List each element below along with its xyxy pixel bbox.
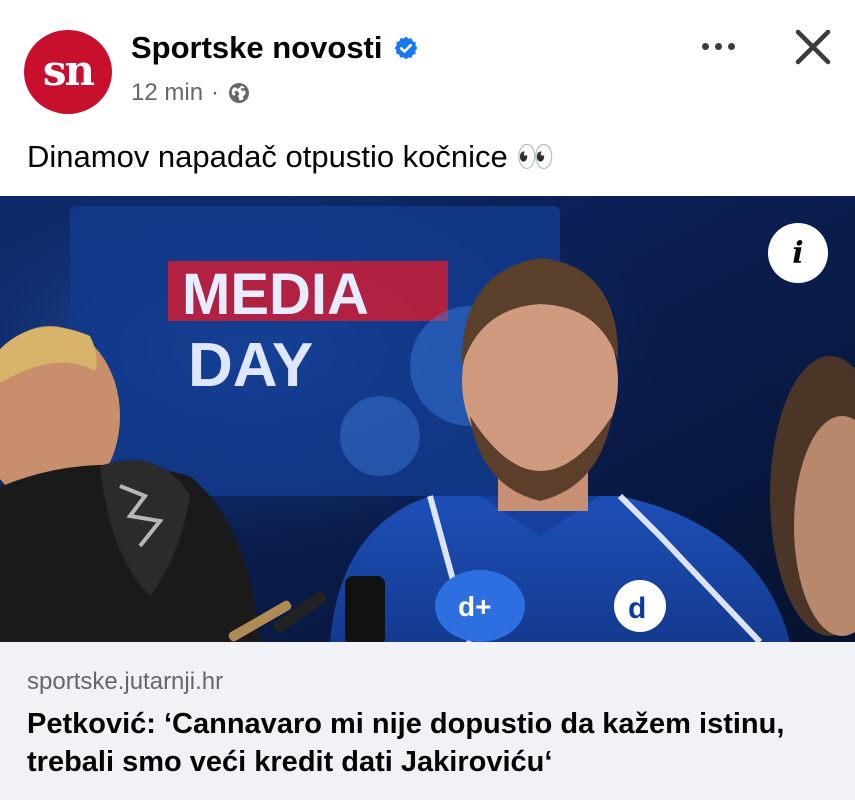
meta-separator: · [211,79,220,106]
more-dot [714,42,722,50]
post-header: sn Sportske novosti 12 min · [0,0,855,130]
info-icon[interactable]: i [768,223,828,283]
mic-label: d+ [458,591,491,622]
more-options-icon[interactable] [690,30,746,62]
page-name-row: Sportske novosti [131,30,419,66]
screen-text-day: DAY [188,331,313,400]
screen-text-media: MEDIA [182,262,369,327]
page-name[interactable]: Sportske novosti [131,30,383,66]
logo-text: sn [42,45,95,95]
close-icon[interactable] [790,24,836,70]
post-meta: 12 min · [131,79,251,107]
more-dot [727,42,735,50]
more-dot [701,42,709,50]
photo-illustration: MEDIA DAY d d+ [0,196,855,642]
info-label: i [792,235,804,271]
link-domain: sportske.jutarnji.hr [27,668,224,695]
post-image[interactable]: MEDIA DAY d d+ [0,196,855,642]
post-time[interactable]: 12 min [131,79,203,107]
club-badge-text: d [628,592,646,625]
globe-icon [229,83,250,103]
verified-badge-icon [394,36,417,60]
post-text: Dinamov napadač otpustio kočnice 👀 [27,139,555,174]
page-avatar[interactable]: sn [24,30,112,114]
link-headline[interactable]: Petković: ‘Cannavaro mi nije dopustio da… [27,705,827,781]
